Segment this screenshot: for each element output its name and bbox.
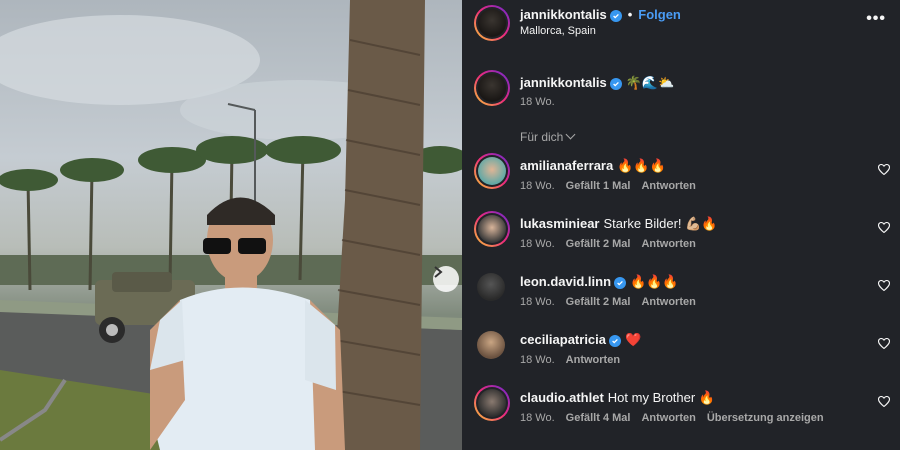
- like-heart-icon[interactable]: [878, 222, 890, 233]
- comment-text: 🔥🔥🔥: [630, 274, 679, 289]
- comment-sort-label: Für dich: [520, 130, 564, 144]
- comment-timestamp[interactable]: 18 Wo.: [520, 354, 555, 366]
- comment-text: Hot my Brother 🔥: [607, 390, 716, 405]
- caption-username[interactable]: jannikkontalis: [520, 75, 607, 90]
- comment-username[interactable]: claudio.athlet: [520, 390, 604, 405]
- comment-timestamp[interactable]: 18 Wo.: [520, 180, 555, 192]
- comment-username[interactable]: amilianaferrara: [520, 158, 613, 173]
- post-side-panel: jannikkontalis • Folgen Mallorca, Spain ••…: [462, 0, 900, 450]
- verified-badge-icon: [609, 335, 621, 347]
- comment-timestamp[interactable]: 18 Wo.: [520, 238, 555, 250]
- comment-sort-dropdown[interactable]: Für dich: [520, 129, 576, 144]
- comment-timestamp[interactable]: 18 Wo.: [520, 296, 555, 308]
- comment-timestamp[interactable]: 18 Wo.: [520, 412, 555, 424]
- follow-button[interactable]: Folgen: [638, 7, 681, 22]
- comment-username[interactable]: ceciliapatricia: [520, 332, 606, 347]
- like-heart-icon[interactable]: [878, 396, 890, 407]
- comment-likes[interactable]: Gefällt 4 Mal: [566, 412, 631, 424]
- translate-button[interactable]: Übersetzung anzeigen: [707, 412, 824, 424]
- post-caption: jannikkontalis 🌴🌊⛅: [520, 75, 674, 91]
- comment-text: 🔥🔥🔥: [617, 158, 666, 173]
- like-heart-icon[interactable]: [878, 280, 890, 291]
- reply-button[interactable]: Antworten: [641, 180, 695, 192]
- separator-dot: •: [627, 7, 633, 22]
- caption-timestamp[interactable]: 18 Wo.: [520, 96, 555, 108]
- comment-item: ceciliapatricia ❤️ 18 Wo. Antworten: [462, 331, 900, 381]
- reply-button[interactable]: Antworten: [641, 412, 695, 424]
- post-photo[interactable]: [0, 0, 462, 450]
- verified-badge-icon: [614, 277, 627, 289]
- author-avatar[interactable]: [474, 5, 510, 41]
- photo-illustration: [0, 0, 462, 450]
- verified-badge-icon: [609, 10, 622, 22]
- comment-avatar[interactable]: [474, 385, 510, 421]
- comment-avatar[interactable]: [474, 211, 510, 247]
- comment-likes[interactable]: Gefällt 2 Mal: [566, 238, 631, 250]
- like-heart-icon[interactable]: [878, 164, 890, 175]
- comment-text: Starke Bilder! 💪🏼🔥: [603, 216, 718, 231]
- comment-text: ❤️: [625, 332, 642, 347]
- more-options-icon[interactable]: •••: [866, 10, 886, 28]
- comment-username[interactable]: lukasminiear: [520, 216, 600, 231]
- comment-avatar[interactable]: [477, 273, 505, 301]
- caption-text: 🌴🌊⛅: [625, 75, 675, 90]
- comment-item: amilianaferrara 🔥🔥🔥 18 Wo. Gefällt 1 Mal An…: [462, 153, 900, 207]
- author-name-row: jannikkontalis • Folgen: [520, 7, 681, 22]
- comment-likes[interactable]: Gefällt 2 Mal: [566, 296, 631, 308]
- reply-button[interactable]: Antworten: [641, 238, 695, 250]
- location-link[interactable]: Mallorca, Spain: [520, 25, 596, 37]
- comment-likes[interactable]: Gefällt 1 Mal: [566, 180, 631, 192]
- comment-item: lukasminiear Starke Bilder! 💪🏼🔥 18 Wo. Gef…: [462, 211, 900, 265]
- like-heart-icon[interactable]: [878, 338, 890, 349]
- reply-button[interactable]: Antworten: [566, 354, 620, 366]
- comment-avatar[interactable]: [474, 153, 510, 189]
- comment-item: claudio.athlet Hot my Brother 🔥 18 Wo. Gef…: [462, 385, 900, 439]
- caption-author-avatar[interactable]: [474, 70, 510, 106]
- author-username[interactable]: jannikkontalis: [520, 7, 607, 22]
- post-header: jannikkontalis • Folgen Mallorca, Spain ••…: [462, 0, 900, 48]
- comment-username[interactable]: leon.david.linn: [520, 274, 611, 289]
- chevron-down-icon: [565, 129, 576, 140]
- verified-badge-icon: [609, 78, 622, 90]
- comment-item: leon.david.linn 🔥🔥🔥 18 Wo. Gefällt 2 Mal An…: [462, 273, 900, 323]
- comment-avatar[interactable]: [477, 331, 505, 359]
- reply-button[interactable]: Antworten: [641, 296, 695, 308]
- next-image-button[interactable]: [433, 266, 459, 292]
- chevron-right-icon: [434, 266, 443, 278]
